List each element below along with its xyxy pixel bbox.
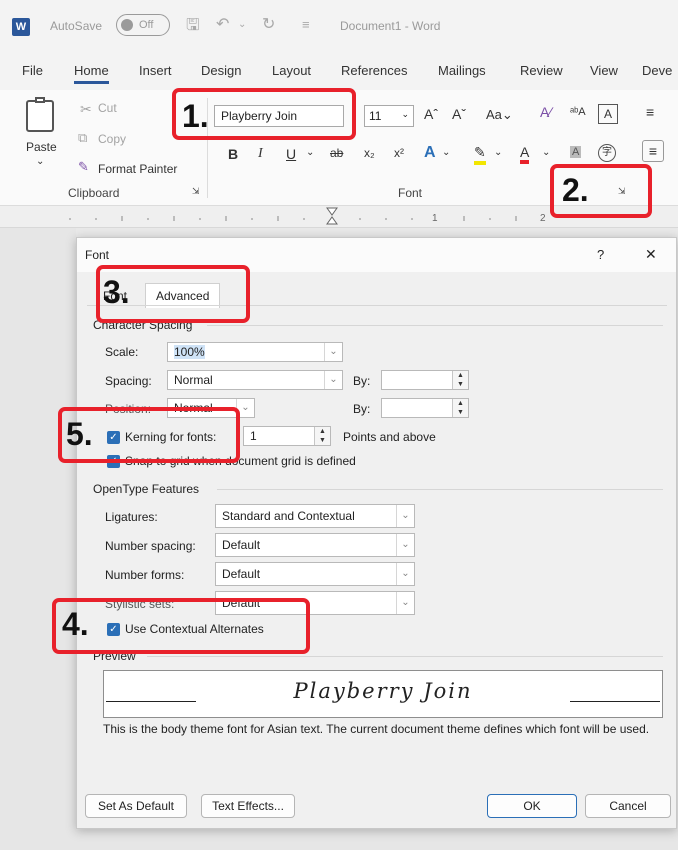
font-dialog: Font ? ✕ Font Advanced Character Spacing… xyxy=(76,237,677,829)
customize-qat-icon[interactable]: ≡ xyxy=(302,17,310,32)
tab-home[interactable]: Home xyxy=(74,63,109,84)
enclose-characters-icon[interactable]: 字 xyxy=(598,144,616,162)
clipboard-group-label: Clipboard xyxy=(68,186,120,200)
spacing-label: Spacing: xyxy=(105,374,152,388)
text-effects-icon[interactable]: A xyxy=(424,144,436,162)
cancel-button[interactable]: Cancel xyxy=(585,794,671,818)
number-spacing-select[interactable]: Default ⌄ xyxy=(215,533,415,557)
help-button[interactable]: ? xyxy=(597,247,604,262)
number-forms-select[interactable]: Default ⌄ xyxy=(215,562,415,586)
character-shading-icon[interactable]: A xyxy=(570,146,582,158)
scale-select[interactable]: 100% ⌄ xyxy=(167,342,343,362)
align-left-icon[interactable]: ≡ xyxy=(642,140,664,162)
font-color-dropdown-icon[interactable]: ⌄ xyxy=(542,147,550,158)
callout-4-frame xyxy=(52,598,310,654)
highlight-dropdown-icon[interactable]: ⌄ xyxy=(494,147,502,158)
theme-font-description: This is the body theme font for Asian te… xyxy=(103,722,650,736)
spacing-by-input[interactable]: ▲ ▼ xyxy=(381,370,469,390)
text-effects-dropdown-icon[interactable]: ⌄ xyxy=(442,147,450,158)
kerning-points-input[interactable]: 1 ▲ ▼ xyxy=(243,426,331,446)
section-rule xyxy=(207,325,663,326)
autosave-label: AutoSave xyxy=(50,19,103,33)
shrink-font-icon[interactable]: Aˇ xyxy=(452,106,466,122)
position-by-input[interactable]: ▲ ▼ xyxy=(381,398,469,418)
tab-insert[interactable]: Insert xyxy=(139,63,172,78)
callout-3-number: 3. xyxy=(103,274,130,310)
callout-4-number: 4. xyxy=(62,606,89,642)
underline-dropdown-icon[interactable]: ⌄ xyxy=(306,147,314,158)
number-forms-label: Number forms: xyxy=(105,568,185,582)
svg-text:2: 2 xyxy=(540,213,546,224)
callout-2-number: 2. xyxy=(562,172,589,208)
set-as-default-button[interactable]: Set As Default xyxy=(85,794,187,818)
paste-dropdown-icon[interactable]: ⌄ xyxy=(36,156,44,167)
copy-icon: ⧉ xyxy=(78,130,88,145)
font-group-label: Font xyxy=(398,186,423,200)
undo-dropdown-icon[interactable]: ⌄ xyxy=(238,19,246,30)
tab-review[interactable]: Review xyxy=(520,63,563,78)
ok-button[interactable]: OK xyxy=(487,794,577,818)
format-painter-button[interactable]: Format Painter xyxy=(98,162,177,176)
cut-button: Cut xyxy=(98,101,117,115)
close-button[interactable]: ✕ xyxy=(645,246,657,263)
tab-view[interactable]: View xyxy=(590,63,618,78)
svg-text:1: 1 xyxy=(432,213,438,224)
font-color-icon[interactable]: A xyxy=(520,144,530,164)
section-rule xyxy=(147,656,663,657)
opentype-heading: OpenType Features xyxy=(93,482,200,496)
superscript-icon[interactable]: x² xyxy=(394,146,404,160)
section-rule xyxy=(217,489,663,490)
number-spacing-label: Number spacing: xyxy=(105,539,196,553)
callout-1-number: 1. xyxy=(182,98,209,134)
spacing-select[interactable]: Normal ⌄ xyxy=(167,370,343,390)
subscript-icon[interactable]: x₂ xyxy=(364,146,375,160)
document-canvas-margin xyxy=(0,228,76,850)
redo-icon[interactable]: ↻ xyxy=(262,14,275,34)
callout-5-number: 5. xyxy=(66,416,93,452)
dialog-title: Font xyxy=(85,248,110,262)
bullets-icon[interactable]: ≡ xyxy=(646,104,654,120)
tab-developer[interactable]: Deve xyxy=(642,63,672,78)
autosave-toggle[interactable]: Off xyxy=(116,14,170,36)
ligatures-select[interactable]: Standard and Contextual ⌄ xyxy=(215,504,415,528)
ligatures-label: Ligatures: xyxy=(105,510,158,524)
tab-mailings[interactable]: Mailings xyxy=(438,63,486,78)
position-by-label: By: xyxy=(353,402,371,416)
autosave-state: Off xyxy=(139,19,154,31)
tab-layout[interactable]: Layout xyxy=(272,63,311,78)
strikethrough-icon[interactable]: ab xyxy=(330,146,343,160)
undo-icon[interactable]: ↶ xyxy=(216,14,229,34)
italic-icon[interactable]: I xyxy=(258,146,263,162)
preview-box: Playberry Join xyxy=(103,670,663,718)
text-effects-button[interactable]: Text Effects... xyxy=(201,794,295,818)
document-title: Document1 - Word xyxy=(340,19,441,33)
preview-sample-text: Playberry Join xyxy=(293,679,473,703)
cut-icon: ✂ xyxy=(80,101,92,117)
tab-file[interactable]: File xyxy=(22,63,43,78)
document-canvas-bottom xyxy=(0,830,678,850)
bold-icon[interactable]: B xyxy=(228,146,238,162)
save-icon[interactable]: 🖫 xyxy=(186,14,200,41)
paste-icon[interactable] xyxy=(26,97,54,132)
tab-references[interactable]: References xyxy=(341,63,407,78)
word-app-icon: W xyxy=(12,18,30,36)
spacing-by-label: By: xyxy=(353,374,371,388)
change-case-icon[interactable]: Aa⌄ xyxy=(486,107,513,123)
character-border-icon[interactable]: A xyxy=(598,104,618,124)
tab-design[interactable]: Design xyxy=(201,63,241,78)
clipboard-launcher-icon[interactable]: ⇲ xyxy=(192,186,200,197)
phonetic-guide-icon[interactable]: ᵃᵇA xyxy=(570,106,586,118)
highlight-icon[interactable]: ✎ xyxy=(474,144,486,165)
font-size-input[interactable]: 11 ⌄ xyxy=(364,105,414,127)
toggle-knob xyxy=(121,19,133,31)
paste-button[interactable]: Paste xyxy=(26,140,57,154)
copy-button: Copy xyxy=(98,132,127,146)
points-and-above-label: Points and above xyxy=(343,430,436,444)
underline-icon[interactable]: U xyxy=(286,146,296,162)
clear-formatting-icon[interactable]: A∕ xyxy=(540,104,552,120)
format-painter-icon[interactable]: ✎ xyxy=(78,159,89,175)
grow-font-icon[interactable]: Aˆ xyxy=(424,106,438,122)
scale-label: Scale: xyxy=(105,345,139,359)
